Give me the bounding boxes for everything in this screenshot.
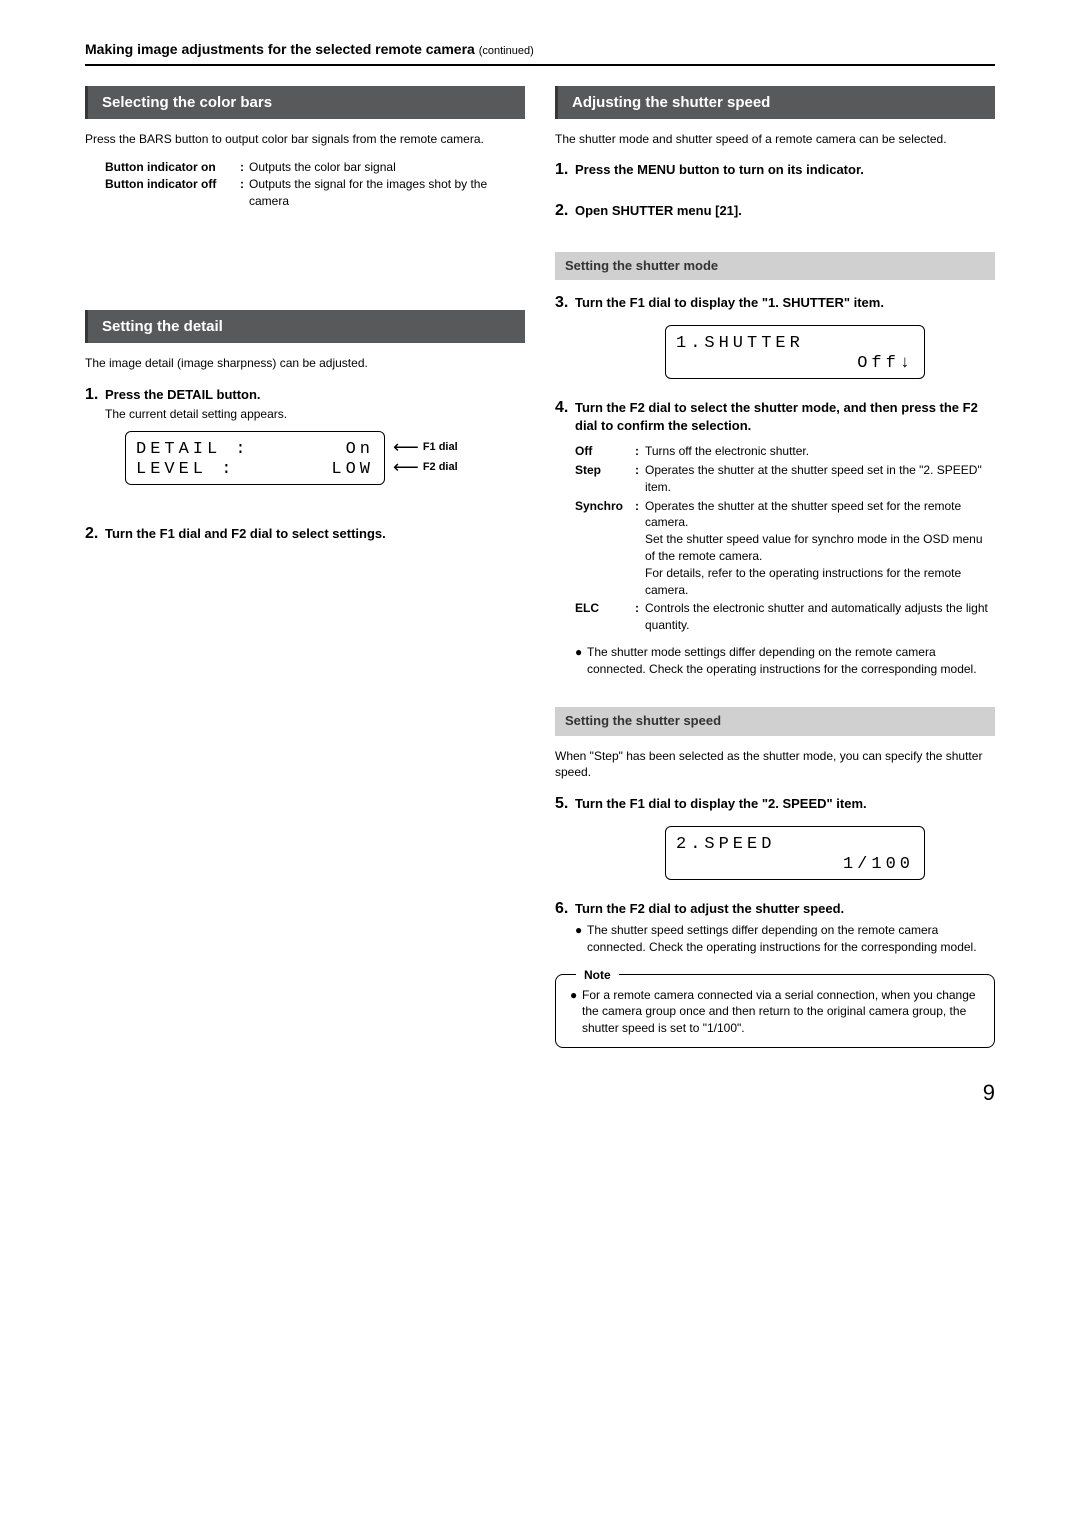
shutter-speed-intro: When "Step" has been selected as the shu… xyxy=(555,748,995,782)
def-term: ELC xyxy=(575,600,635,634)
def-elc: ELC : Controls the electronic shutter an… xyxy=(575,600,995,634)
shutter-step-4: 4. Turn the F2 dial to select the shutte… xyxy=(555,397,995,678)
bullet-icon: ● xyxy=(575,922,587,956)
note-title: Note xyxy=(576,967,619,984)
lcd-shutter-label: 1.SHUTTER xyxy=(676,332,804,352)
shutter-step-3: 3. Turn the F1 dial to display the "1. S… xyxy=(555,292,995,378)
def-desc: Controls the electronic shutter and auto… xyxy=(645,600,995,634)
step-title: Turn the F1 dial and F2 dial to select s… xyxy=(105,525,386,543)
detail-step-2: 2. Turn the F1 dial and F2 dial to selec… xyxy=(85,523,525,545)
bullet-icon: ● xyxy=(575,644,587,678)
step-title: Turn the F1 dial to display the "1. SHUT… xyxy=(575,294,884,312)
lcd-shutter-value: Off↓ xyxy=(857,352,914,372)
lcd-detail-value: On xyxy=(346,438,374,458)
section-title-color-bars: Selecting the color bars xyxy=(85,86,525,119)
def-term: Off xyxy=(575,443,635,460)
note-box: Note ● For a remote camera connected via… xyxy=(555,974,995,1048)
shutter-speed-note: ● The shutter speed settings differ depe… xyxy=(575,922,995,956)
def-desc: Operates the shutter at the shutter spee… xyxy=(645,498,995,599)
step-title: Press the MENU button to turn on its ind… xyxy=(575,161,864,179)
arrow-left-icon: ⟵ xyxy=(393,455,419,480)
step-number: 2. xyxy=(555,200,575,222)
colon: : xyxy=(235,159,249,176)
indicator-off-row: Button indicator off : Outputs the signa… xyxy=(105,176,525,210)
def-desc: Turns off the electronic shutter. xyxy=(645,443,995,460)
bullet-icon: ● xyxy=(570,987,582,1037)
lcd-display-detail: DETAIL : On LEVEL : LOW xyxy=(125,431,385,485)
subsection-shutter-mode: Setting the shutter mode xyxy=(555,252,995,280)
shutter-step-5: 5. Turn the F1 dial to display the "2. S… xyxy=(555,793,995,879)
lcd-speed-label: 2.SPEED xyxy=(676,833,775,853)
section-title-shutter: Adjusting the shutter speed xyxy=(555,86,995,119)
color-bars-intro: Press the BARS button to output color ba… xyxy=(85,131,525,148)
page-header-continued: (continued) xyxy=(479,45,534,57)
def-term: Synchro xyxy=(575,498,635,599)
shutter-step-6: 6. Turn the F2 dial to adjust the shutte… xyxy=(555,898,995,956)
detail-step-1: 1. Press the DETAIL button. The current … xyxy=(85,384,525,493)
indicator-off-label: Button indicator off xyxy=(105,176,235,210)
def-off: Off : Turns off the electronic shutter. xyxy=(575,443,995,460)
step-title: Turn the F2 dial to select the shutter m… xyxy=(575,399,995,435)
lcd-display-shutter-speed: 2.SPEED 1/100 xyxy=(665,826,925,880)
step-number: 4. xyxy=(555,397,575,419)
detail-intro: The image detail (image sharpness) can b… xyxy=(85,355,525,372)
def-desc: Operates the shutter at the shutter spee… xyxy=(645,462,995,496)
lcd-speed-value: 1/100 xyxy=(843,853,914,873)
indicator-on-label: Button indicator on xyxy=(105,159,235,176)
shutter-step-2: 2. Open SHUTTER menu [21]. xyxy=(555,200,995,222)
step-title: Press the DETAIL button. xyxy=(105,386,261,404)
left-column: Selecting the color bars Press the BARS … xyxy=(85,86,525,1048)
lcd-detail-label: DETAIL : xyxy=(136,438,250,458)
page-header-title: Making image adjustments for the selecte… xyxy=(85,41,475,57)
def-synchro: Synchro : Operates the shutter at the sh… xyxy=(575,498,995,599)
def-step: Step : Operates the shutter at the shutt… xyxy=(575,462,995,496)
subsection-shutter-speed: Setting the shutter speed xyxy=(555,707,995,735)
shutter-mode-note: ● The shutter mode settings differ depen… xyxy=(575,644,995,678)
indicator-off-desc: Outputs the signal for the images shot b… xyxy=(249,176,525,210)
shutter-step-1: 1. Press the MENU button to turn on its … xyxy=(555,159,995,181)
def-term: Step xyxy=(575,462,635,496)
f2-dial-label: ⟵ F2 dial xyxy=(393,458,458,478)
step-number: 2. xyxy=(85,523,105,545)
lcd-level-value: LOW xyxy=(331,458,374,478)
step-number: 3. xyxy=(555,292,575,314)
step-title: Turn the F2 dial to adjust the shutter s… xyxy=(575,900,844,918)
step-number: 1. xyxy=(85,384,105,406)
step-number: 1. xyxy=(555,159,575,181)
colon: : xyxy=(235,176,249,210)
shutter-intro: The shutter mode and shutter speed of a … xyxy=(555,131,995,148)
indicator-on-desc: Outputs the color bar signal xyxy=(249,159,396,176)
page-header: Making image adjustments for the selecte… xyxy=(85,40,995,66)
lcd-display-shutter-mode: 1.SHUTTER Off↓ xyxy=(665,325,925,379)
note-item: ● For a remote camera connected via a se… xyxy=(570,987,980,1037)
section-title-detail: Setting the detail xyxy=(85,310,525,343)
step-number: 5. xyxy=(555,793,575,815)
page-number: 9 xyxy=(85,1078,995,1109)
step-subtext: The current detail setting appears. xyxy=(105,406,525,423)
lcd-level-label: LEVEL : xyxy=(136,458,235,478)
step-title: Open SHUTTER menu [21]. xyxy=(575,202,742,220)
right-column: Adjusting the shutter speed The shutter … xyxy=(555,86,995,1048)
step-title: Turn the F1 dial to display the "2. SPEE… xyxy=(575,795,867,813)
step-number: 6. xyxy=(555,898,575,920)
indicator-on-row: Button indicator on : Outputs the color … xyxy=(105,159,525,176)
